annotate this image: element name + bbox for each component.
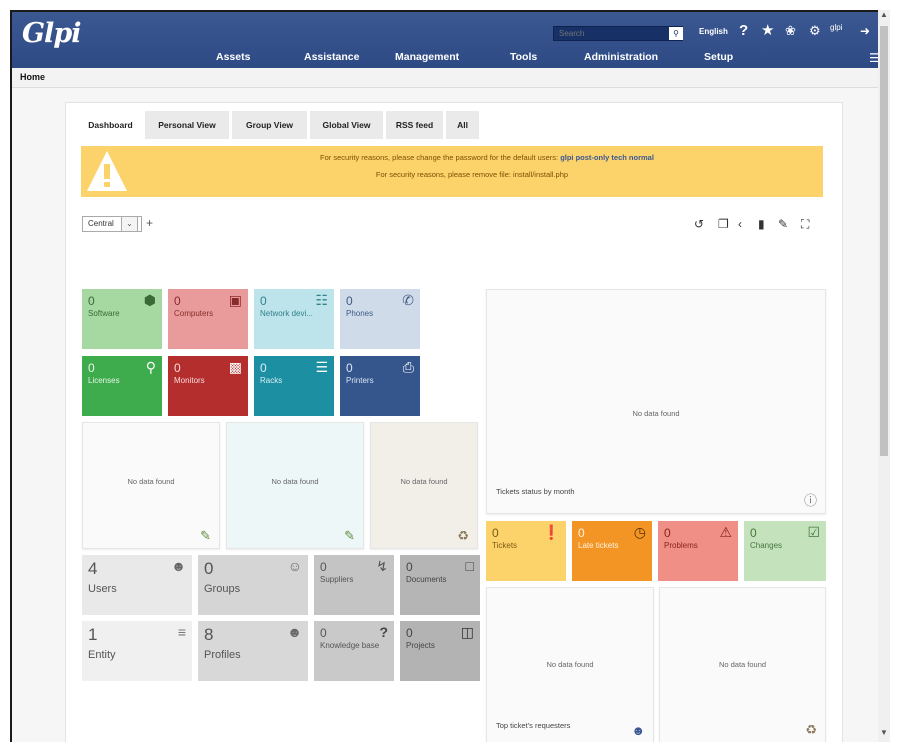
scroll-down-icon[interactable]: ▼ xyxy=(880,728,888,737)
tab-personal-view[interactable]: Personal View xyxy=(145,111,229,139)
user-icon[interactable]: ☻ xyxy=(631,723,645,738)
top-requesters-title: Top ticket's requesters xyxy=(496,721,571,730)
browser-frame: Glpi ⚲ English ? ★ ❀ ⚙ glpi ➜ Assets Ass… xyxy=(10,10,890,742)
warning-icon: ⚠ xyxy=(719,524,732,540)
question-icon: ? xyxy=(379,624,388,640)
page-scrollbar[interactable]: ▲ ▼ xyxy=(878,10,890,742)
card-tickets[interactable]: 0 Tickets ❗ xyxy=(486,521,566,581)
clipboard-icon: ☑ xyxy=(807,524,820,540)
cube-icon: ⬢ xyxy=(143,292,156,308)
monitor-icon: ▩ xyxy=(228,359,242,375)
logout-icon[interactable]: ➜ xyxy=(860,21,870,41)
widget-panel-2: No data found ✎ xyxy=(226,422,364,549)
edit-icon[interactable]: ✎ xyxy=(200,528,211,544)
breadcrumb: Home xyxy=(12,68,888,88)
menu-administration[interactable]: Administration xyxy=(584,51,658,63)
search-box[interactable]: ⚲ xyxy=(553,26,683,41)
tab-all[interactable]: All xyxy=(446,111,479,139)
help-icon[interactable]: ? xyxy=(739,21,748,41)
columns-icon: ◫ xyxy=(460,624,474,640)
card-problems[interactable]: 0 Problems ⚠ xyxy=(658,521,738,581)
main-content: Dashboard Personal View Group View Globa… xyxy=(65,102,843,742)
tab-dashboard[interactable]: Dashboard xyxy=(79,111,142,139)
card-entity[interactable]: 1 Entity ≡ xyxy=(82,621,192,681)
card-projects[interactable]: 0 Projects ◫ xyxy=(400,621,480,681)
fullscreen-icon[interactable]: ⛶ xyxy=(801,217,809,231)
laptop-icon: ▣ xyxy=(228,292,242,308)
tab-rss-feed[interactable]: RSS feed xyxy=(386,111,443,139)
card-phones[interactable]: 0 Phones ✆ xyxy=(340,289,420,349)
clone-icon[interactable]: ❐ xyxy=(718,217,729,231)
security-alert: For security reasons, please change the … xyxy=(81,146,823,197)
server-icon: ☰ xyxy=(315,359,328,375)
user-check-icon: ☻ xyxy=(287,624,302,640)
alert-install-file-message: For security reasons, please remove file… xyxy=(375,170,569,179)
card-profiles[interactable]: 8 Profiles ☻ xyxy=(198,621,308,681)
edit-icon[interactable]: ✎ xyxy=(778,217,788,231)
card-printers[interactable]: 0 Printers ⎙ xyxy=(340,356,420,416)
delete-icon[interactable]: ▮ xyxy=(758,217,765,231)
menu-management[interactable]: Management xyxy=(395,51,459,63)
username-link[interactable]: glpi xyxy=(830,23,842,32)
card-changes[interactable]: 0 Changes ☑ xyxy=(744,521,826,581)
bug-icon[interactable]: ❀ xyxy=(785,21,796,41)
sitemap-icon[interactable]: ♻ xyxy=(457,528,469,544)
card-suppliers[interactable]: 0 Suppliers ↯ xyxy=(314,555,394,615)
info-icon[interactable]: ⓘ xyxy=(804,490,817,509)
menu-assets[interactable]: Assets xyxy=(216,51,250,63)
card-computers[interactable]: 0 Computers ▣ xyxy=(168,289,248,349)
widget-panel-1: No data found ✎ xyxy=(82,422,220,549)
menu-setup[interactable]: Setup xyxy=(704,51,733,63)
card-late-tickets[interactable]: 0 Late tickets ◷ xyxy=(572,521,652,581)
card-users[interactable]: 4 Users ☻ xyxy=(82,555,192,615)
widget-panel-3: No data found ♻ xyxy=(370,422,478,549)
card-monitors[interactable]: 0 Monitors ▩ xyxy=(168,356,248,416)
star-icon[interactable]: ★ xyxy=(761,21,774,41)
scroll-up-icon[interactable]: ▲ xyxy=(880,10,888,19)
layers-icon: ≡ xyxy=(177,624,186,640)
search-input[interactable] xyxy=(554,27,664,40)
clock-icon: ◷ xyxy=(633,524,646,540)
user-icon: ☻ xyxy=(171,558,186,574)
card-knowledge-base[interactable]: 0 Knowledge base ? xyxy=(314,621,394,681)
tab-group-view[interactable]: Group View xyxy=(232,111,307,139)
main-menu: Assets Assistance Management Tools Admin… xyxy=(12,48,888,68)
network-icon: ☷ xyxy=(315,292,328,308)
sitemap-icon[interactable]: ♻ xyxy=(805,722,817,738)
default-users-link[interactable]: glpi post-only tech normal xyxy=(560,153,654,162)
card-software[interactable]: 0 Software ⬢ xyxy=(82,289,162,349)
exclamation-icon: ❗ xyxy=(542,524,560,540)
dolly-icon: ↯ xyxy=(376,558,388,574)
tickets-status-title: Tickets status by month xyxy=(496,487,575,496)
key-icon: ⚲ xyxy=(145,359,156,375)
menu-assistance[interactable]: Assistance xyxy=(304,51,359,63)
card-documents[interactable]: 0 Documents □ xyxy=(400,555,480,615)
card-network-devices[interactable]: 0 Network devi... ☷ xyxy=(254,289,334,349)
printer-icon: ⎙ xyxy=(402,359,414,375)
search-icon[interactable]: ⚲ xyxy=(669,27,683,40)
language-selector[interactable]: English xyxy=(699,27,728,36)
scrollbar-thumb[interactable] xyxy=(880,26,888,456)
phone-icon: ✆ xyxy=(402,292,414,308)
group-icon: ☺ xyxy=(287,558,302,574)
tab-global-view[interactable]: Global View xyxy=(310,111,383,139)
history-icon[interactable]: ↺ xyxy=(694,217,704,231)
tickets-status-panel: No data found Tickets status by month ⓘ xyxy=(486,289,826,514)
chevron-down-icon[interactable]: ⌄ xyxy=(121,216,138,232)
card-racks[interactable]: 0 Racks ☰ xyxy=(254,356,334,416)
menu-tools[interactable]: Tools xyxy=(510,51,537,63)
file-icon: □ xyxy=(465,558,474,574)
gear-icon[interactable]: ⚙ xyxy=(809,21,821,41)
card-licenses[interactable]: 0 Licenses ⚲ xyxy=(82,356,162,416)
glpi-logo[interactable]: Glpi xyxy=(22,18,81,49)
add-dashboard-button[interactable]: + xyxy=(146,216,153,230)
card-groups[interactable]: 0 Groups ☺ xyxy=(198,555,308,615)
top-header: Glpi ⚲ English ? ★ ❀ ⚙ glpi ➜ Assets Ass… xyxy=(12,12,888,68)
edit-icon[interactable]: ✎ xyxy=(344,528,355,544)
breadcrumb-home[interactable]: Home xyxy=(20,72,45,82)
top-requesters-panel: No data found Top ticket's requesters ☻ xyxy=(486,587,654,742)
alert-password-message: For security reasons, please change the … xyxy=(320,153,654,162)
widget-panel-4: No data found ♻ xyxy=(659,587,826,742)
share-icon[interactable]: ‹ xyxy=(738,217,742,231)
